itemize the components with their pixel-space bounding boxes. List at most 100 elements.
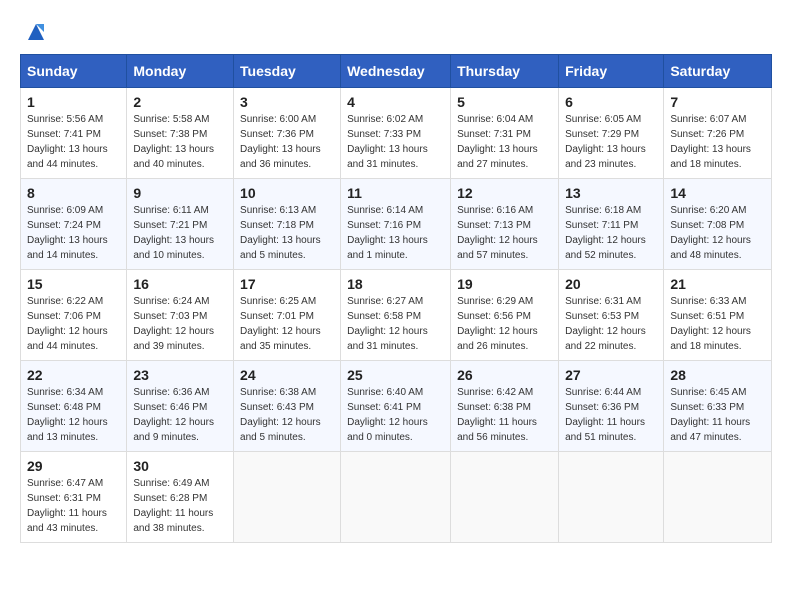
day-info: Sunrise: 6:05 AM Sunset: 7:29 PM Dayligh… bbox=[565, 112, 657, 172]
daylight-text: Daylight: 12 hours and 5 minutes. bbox=[240, 415, 334, 445]
calendar-cell: 9 Sunrise: 6:11 AM Sunset: 7:21 PM Dayli… bbox=[127, 179, 234, 270]
sunrise-text: Sunrise: 6:29 AM bbox=[457, 294, 552, 309]
day-number: 1 bbox=[27, 94, 120, 110]
sunrise-text: Sunrise: 6:05 AM bbox=[565, 112, 657, 127]
sunrise-text: Sunrise: 6:14 AM bbox=[347, 203, 444, 218]
sunset-text: Sunset: 7:26 PM bbox=[670, 127, 765, 142]
sunrise-text: Sunrise: 6:16 AM bbox=[457, 203, 552, 218]
calendar-table: SundayMondayTuesdayWednesdayThursdayFrid… bbox=[20, 54, 772, 543]
day-number: 4 bbox=[347, 94, 444, 110]
sunset-text: Sunset: 7:21 PM bbox=[133, 218, 227, 233]
daylight-text: Daylight: 11 hours and 38 minutes. bbox=[133, 506, 227, 536]
day-number: 6 bbox=[565, 94, 657, 110]
day-number: 19 bbox=[457, 276, 552, 292]
calendar-cell: 8 Sunrise: 6:09 AM Sunset: 7:24 PM Dayli… bbox=[21, 179, 127, 270]
day-info: Sunrise: 6:33 AM Sunset: 6:51 PM Dayligh… bbox=[670, 294, 765, 354]
column-header-wednesday: Wednesday bbox=[341, 55, 451, 88]
calendar-cell bbox=[234, 452, 341, 543]
calendar-header: SundayMondayTuesdayWednesdayThursdayFrid… bbox=[21, 55, 772, 88]
week-row-4: 22 Sunrise: 6:34 AM Sunset: 6:48 PM Dayl… bbox=[21, 361, 772, 452]
sunset-text: Sunset: 7:33 PM bbox=[347, 127, 444, 142]
day-number: 29 bbox=[27, 458, 120, 474]
day-info: Sunrise: 6:02 AM Sunset: 7:33 PM Dayligh… bbox=[347, 112, 444, 172]
day-number: 28 bbox=[670, 367, 765, 383]
day-number: 14 bbox=[670, 185, 765, 201]
sunset-text: Sunset: 6:46 PM bbox=[133, 400, 227, 415]
week-row-2: 8 Sunrise: 6:09 AM Sunset: 7:24 PM Dayli… bbox=[21, 179, 772, 270]
sunset-text: Sunset: 6:28 PM bbox=[133, 491, 227, 506]
column-header-saturday: Saturday bbox=[664, 55, 772, 88]
logo bbox=[20, 20, 48, 44]
calendar-cell: 3 Sunrise: 6:00 AM Sunset: 7:36 PM Dayli… bbox=[234, 88, 341, 179]
daylight-text: Daylight: 11 hours and 51 minutes. bbox=[565, 415, 657, 445]
daylight-text: Daylight: 13 hours and 23 minutes. bbox=[565, 142, 657, 172]
sunset-text: Sunset: 7:24 PM bbox=[27, 218, 120, 233]
day-info: Sunrise: 6:27 AM Sunset: 6:58 PM Dayligh… bbox=[347, 294, 444, 354]
sunrise-text: Sunrise: 6:31 AM bbox=[565, 294, 657, 309]
day-info: Sunrise: 6:13 AM Sunset: 7:18 PM Dayligh… bbox=[240, 203, 334, 263]
day-number: 17 bbox=[240, 276, 334, 292]
daylight-text: Daylight: 13 hours and 40 minutes. bbox=[133, 142, 227, 172]
day-info: Sunrise: 6:00 AM Sunset: 7:36 PM Dayligh… bbox=[240, 112, 334, 172]
daylight-text: Daylight: 13 hours and 14 minutes. bbox=[27, 233, 120, 263]
calendar-cell: 13 Sunrise: 6:18 AM Sunset: 7:11 PM Dayl… bbox=[559, 179, 664, 270]
day-info: Sunrise: 6:22 AM Sunset: 7:06 PM Dayligh… bbox=[27, 294, 120, 354]
daylight-text: Daylight: 12 hours and 48 minutes. bbox=[670, 233, 765, 263]
calendar-cell: 20 Sunrise: 6:31 AM Sunset: 6:53 PM Dayl… bbox=[559, 270, 664, 361]
calendar-cell: 19 Sunrise: 6:29 AM Sunset: 6:56 PM Dayl… bbox=[451, 270, 559, 361]
header-row: SundayMondayTuesdayWednesdayThursdayFrid… bbox=[21, 55, 772, 88]
sunrise-text: Sunrise: 6:47 AM bbox=[27, 476, 120, 491]
day-info: Sunrise: 6:34 AM Sunset: 6:48 PM Dayligh… bbox=[27, 385, 120, 445]
page-header bbox=[20, 20, 772, 44]
day-info: Sunrise: 6:44 AM Sunset: 6:36 PM Dayligh… bbox=[565, 385, 657, 445]
daylight-text: Daylight: 13 hours and 1 minute. bbox=[347, 233, 444, 263]
day-number: 7 bbox=[670, 94, 765, 110]
sunrise-text: Sunrise: 6:00 AM bbox=[240, 112, 334, 127]
calendar-cell: 4 Sunrise: 6:02 AM Sunset: 7:33 PM Dayli… bbox=[341, 88, 451, 179]
sunset-text: Sunset: 6:58 PM bbox=[347, 309, 444, 324]
daylight-text: Daylight: 12 hours and 39 minutes. bbox=[133, 324, 227, 354]
calendar-cell: 17 Sunrise: 6:25 AM Sunset: 7:01 PM Dayl… bbox=[234, 270, 341, 361]
day-info: Sunrise: 6:09 AM Sunset: 7:24 PM Dayligh… bbox=[27, 203, 120, 263]
day-info: Sunrise: 6:31 AM Sunset: 6:53 PM Dayligh… bbox=[565, 294, 657, 354]
sunset-text: Sunset: 6:51 PM bbox=[670, 309, 765, 324]
day-number: 21 bbox=[670, 276, 765, 292]
calendar-cell: 5 Sunrise: 6:04 AM Sunset: 7:31 PM Dayli… bbox=[451, 88, 559, 179]
daylight-text: Daylight: 12 hours and 9 minutes. bbox=[133, 415, 227, 445]
logo-icon bbox=[24, 20, 48, 44]
calendar-cell: 28 Sunrise: 6:45 AM Sunset: 6:33 PM Dayl… bbox=[664, 361, 772, 452]
day-number: 27 bbox=[565, 367, 657, 383]
day-number: 26 bbox=[457, 367, 552, 383]
sunset-text: Sunset: 7:13 PM bbox=[457, 218, 552, 233]
sunrise-text: Sunrise: 6:09 AM bbox=[27, 203, 120, 218]
day-number: 3 bbox=[240, 94, 334, 110]
day-info: Sunrise: 6:04 AM Sunset: 7:31 PM Dayligh… bbox=[457, 112, 552, 172]
sunrise-text: Sunrise: 6:33 AM bbox=[670, 294, 765, 309]
daylight-text: Daylight: 11 hours and 43 minutes. bbox=[27, 506, 120, 536]
sunset-text: Sunset: 7:01 PM bbox=[240, 309, 334, 324]
sunrise-text: Sunrise: 6:34 AM bbox=[27, 385, 120, 400]
sunrise-text: Sunrise: 6:20 AM bbox=[670, 203, 765, 218]
sunrise-text: Sunrise: 5:56 AM bbox=[27, 112, 120, 127]
daylight-text: Daylight: 12 hours and 57 minutes. bbox=[457, 233, 552, 263]
calendar-cell: 23 Sunrise: 6:36 AM Sunset: 6:46 PM Dayl… bbox=[127, 361, 234, 452]
sunset-text: Sunset: 7:03 PM bbox=[133, 309, 227, 324]
day-info: Sunrise: 6:18 AM Sunset: 7:11 PM Dayligh… bbox=[565, 203, 657, 263]
sunset-text: Sunset: 7:41 PM bbox=[27, 127, 120, 142]
day-number: 30 bbox=[133, 458, 227, 474]
sunset-text: Sunset: 6:38 PM bbox=[457, 400, 552, 415]
week-row-3: 15 Sunrise: 6:22 AM Sunset: 7:06 PM Dayl… bbox=[21, 270, 772, 361]
daylight-text: Daylight: 12 hours and 0 minutes. bbox=[347, 415, 444, 445]
sunset-text: Sunset: 7:11 PM bbox=[565, 218, 657, 233]
sunset-text: Sunset: 7:31 PM bbox=[457, 127, 552, 142]
day-number: 13 bbox=[565, 185, 657, 201]
calendar-cell bbox=[559, 452, 664, 543]
sunrise-text: Sunrise: 6:40 AM bbox=[347, 385, 444, 400]
calendar-cell bbox=[451, 452, 559, 543]
sunset-text: Sunset: 6:36 PM bbox=[565, 400, 657, 415]
calendar-cell: 6 Sunrise: 6:05 AM Sunset: 7:29 PM Dayli… bbox=[559, 88, 664, 179]
daylight-text: Daylight: 13 hours and 44 minutes. bbox=[27, 142, 120, 172]
daylight-text: Daylight: 12 hours and 52 minutes. bbox=[565, 233, 657, 263]
calendar-cell: 15 Sunrise: 6:22 AM Sunset: 7:06 PM Dayl… bbox=[21, 270, 127, 361]
daylight-text: Daylight: 12 hours and 31 minutes. bbox=[347, 324, 444, 354]
